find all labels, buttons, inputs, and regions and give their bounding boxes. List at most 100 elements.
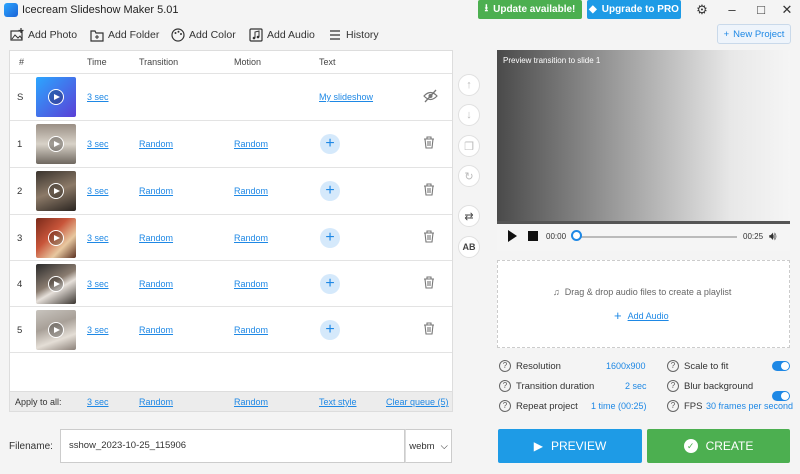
audio-drop-zone[interactable]: ♫ Drag & drop audio files to create a pl… bbox=[497, 260, 790, 348]
download-icon: ⭳ bbox=[484, 3, 489, 14]
stop-button-icon[interactable] bbox=[528, 231, 538, 241]
new-project-button[interactable]: + New Project bbox=[717, 24, 791, 44]
transition-link[interactable]: Random bbox=[139, 186, 173, 196]
clear-queue-link[interactable]: Clear queue (5) bbox=[386, 397, 449, 407]
fps-setting: ? FPS bbox=[667, 399, 702, 413]
add-text-button[interactable]: + bbox=[320, 134, 340, 154]
transition-link[interactable]: Random bbox=[139, 279, 173, 289]
trash-icon[interactable] bbox=[423, 136, 437, 150]
time-link[interactable]: 3 sec bbox=[87, 233, 109, 243]
shuffle-icon[interactable]: ⇄ bbox=[458, 205, 480, 227]
slide-thumbnail[interactable] bbox=[36, 264, 76, 304]
apply-time-link[interactable]: 3 sec bbox=[87, 397, 109, 407]
header-text: Text bbox=[319, 57, 336, 67]
text-style-link[interactable]: Text style bbox=[319, 397, 357, 407]
play-button-icon[interactable] bbox=[508, 230, 517, 242]
close-button[interactable]: ✕ bbox=[772, 0, 800, 19]
scale-to-fit-toggle[interactable] bbox=[772, 361, 790, 371]
update-available-button[interactable]: ⭳ Update available! bbox=[478, 0, 582, 19]
transition-link[interactable]: Random bbox=[139, 233, 173, 243]
move-down-icon[interactable]: ↓ bbox=[458, 104, 480, 126]
trash-icon[interactable] bbox=[423, 230, 437, 244]
motion-link[interactable]: Random bbox=[234, 139, 268, 149]
slide-thumbnail[interactable] bbox=[36, 310, 76, 350]
upgrade-pro-button[interactable]: ◆ Upgrade to PRO bbox=[587, 0, 681, 19]
slide-thumbnail[interactable] bbox=[36, 218, 76, 258]
seek-handle[interactable] bbox=[571, 230, 582, 241]
window-title: Icecream Slideshow Maker 5.01 bbox=[22, 4, 179, 16]
apply-motion-link[interactable]: Random bbox=[234, 397, 268, 407]
resolution-value[interactable]: 1600x900 bbox=[606, 361, 646, 371]
apply-transition-link[interactable]: Random bbox=[139, 397, 173, 407]
transition-link[interactable]: Random bbox=[139, 139, 173, 149]
table-row[interactable]: 2 3 sec Random Random + bbox=[10, 167, 452, 213]
help-icon[interactable]: ? bbox=[667, 400, 679, 412]
play-icon bbox=[48, 276, 64, 292]
transition-duration-value[interactable]: 2 sec bbox=[625, 381, 647, 391]
add-audio-icon bbox=[249, 28, 263, 42]
add-folder-button[interactable]: Add Folder bbox=[90, 27, 159, 43]
time-link[interactable]: 3 sec bbox=[87, 325, 109, 335]
table-row[interactable]: 3 3 sec Random Random + bbox=[10, 214, 452, 260]
row-number: S bbox=[17, 92, 24, 103]
history-button[interactable]: History bbox=[328, 27, 379, 43]
motion-link[interactable]: Random bbox=[234, 325, 268, 335]
text-link[interactable]: My slideshow bbox=[319, 92, 373, 102]
fps-value[interactable]: 30 frames per second bbox=[706, 401, 793, 411]
table-row[interactable]: 4 3 sec Random Random + bbox=[10, 260, 452, 306]
settings-gear-icon[interactable]: ⚙ bbox=[687, 0, 717, 19]
apply-all-label: Apply to all: bbox=[15, 397, 62, 407]
trash-icon[interactable] bbox=[423, 276, 437, 290]
minimize-button[interactable]: – bbox=[717, 0, 747, 19]
help-icon[interactable]: ? bbox=[499, 380, 511, 392]
play-icon bbox=[48, 89, 64, 105]
add-text-button[interactable]: + bbox=[320, 320, 340, 340]
add-text-button[interactable]: + bbox=[320, 274, 340, 294]
motion-link[interactable]: Random bbox=[234, 279, 268, 289]
duplicate-icon[interactable]: ❐ bbox=[458, 135, 480, 157]
preview-player: Preview transition to slide 1 00:00 00:2… bbox=[497, 50, 790, 251]
trash-icon[interactable] bbox=[423, 322, 437, 336]
create-button[interactable]: ✓ CREATE bbox=[647, 429, 790, 463]
header-motion: Motion bbox=[234, 57, 262, 67]
help-icon[interactable]: ? bbox=[499, 400, 511, 412]
chevron-down-icon: ⌵ bbox=[440, 440, 448, 452]
add-audio-link[interactable]: + Add Audio bbox=[614, 308, 669, 323]
rotate-icon[interactable]: ↻ bbox=[458, 165, 480, 187]
time-link[interactable]: 3 sec bbox=[87, 186, 109, 196]
preview-button[interactable]: ▶ PREVIEW bbox=[498, 429, 642, 463]
add-text-button[interactable]: + bbox=[320, 181, 340, 201]
sort-ab-icon[interactable]: AB bbox=[458, 236, 480, 258]
filename-input[interactable]: sshow_2023-10-25_115906 bbox=[60, 429, 405, 463]
help-icon[interactable]: ? bbox=[667, 360, 679, 372]
table-row[interactable]: S 3 sec My slideshow bbox=[10, 73, 452, 119]
checkmark-icon: ✓ bbox=[683, 439, 698, 453]
blur-background-toggle[interactable] bbox=[772, 391, 790, 401]
time-link[interactable]: 3 sec bbox=[87, 279, 109, 289]
time-link[interactable]: 3 sec bbox=[87, 92, 109, 102]
slide-thumbnail[interactable] bbox=[36, 171, 76, 211]
move-up-icon[interactable]: ↑ bbox=[458, 74, 480, 96]
help-icon[interactable]: ? bbox=[499, 360, 511, 372]
trash-icon[interactable] bbox=[423, 183, 437, 197]
slide-thumbnail[interactable] bbox=[36, 77, 76, 117]
slide-thumbnail[interactable] bbox=[36, 124, 76, 164]
add-text-button[interactable]: + bbox=[320, 228, 340, 248]
motion-link[interactable]: Random bbox=[234, 233, 268, 243]
motion-link[interactable]: Random bbox=[234, 186, 268, 196]
help-icon[interactable]: ? bbox=[667, 380, 679, 392]
format-select[interactable]: webm ⌵ bbox=[405, 429, 452, 463]
seek-track[interactable] bbox=[574, 236, 737, 238]
transition-link[interactable]: Random bbox=[139, 325, 173, 335]
volume-icon[interactable]: 🔊︎ bbox=[769, 229, 777, 244]
table-row[interactable]: 1 3 sec Random Random + bbox=[10, 120, 452, 166]
table-row[interactable]: 5 3 sec Random Random + bbox=[10, 306, 452, 352]
add-color-button[interactable]: Add Color bbox=[171, 27, 236, 43]
play-icon: ▶ bbox=[533, 439, 543, 453]
add-audio-button[interactable]: Add Audio bbox=[249, 27, 315, 43]
time-link[interactable]: 3 sec bbox=[87, 139, 109, 149]
hide-eye-icon[interactable] bbox=[423, 89, 438, 103]
add-photo-button[interactable]: Add Photo bbox=[10, 27, 77, 43]
repeat-value[interactable]: 1 time (00:25) bbox=[591, 401, 647, 411]
list-icon bbox=[328, 28, 342, 42]
